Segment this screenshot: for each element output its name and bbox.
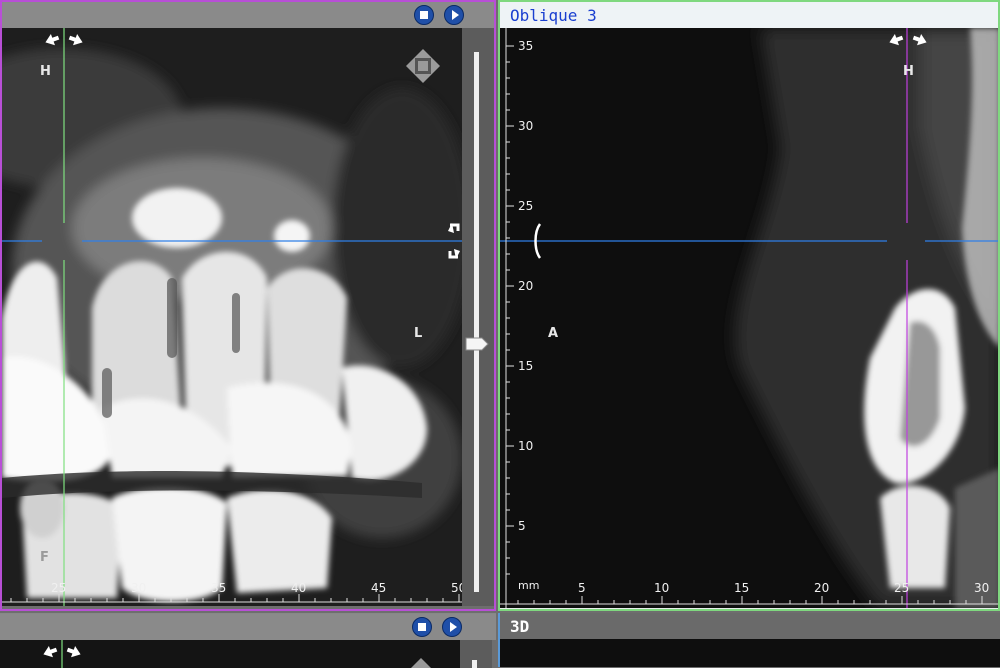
ruler-tick-label: 50 [451,581,462,595]
stop-button[interactable] [412,617,432,637]
slider-track [474,52,479,592]
3d-titlebar: 3D [500,613,1000,639]
oblique-ct-slice [500,28,998,608]
scale-tick-label: 20 [518,279,534,293]
axial-image[interactable] [0,640,460,668]
stop-icon [420,11,428,19]
pan-compass-icon[interactable] [405,48,441,84]
ruler-tick-label: 5 [578,581,586,595]
scale-tick-label: 5 [518,519,526,533]
ruler-tick-label: 15 [734,581,750,595]
scale-tick-label: 30 [518,119,534,133]
slice-slider[interactable] [460,640,492,668]
scale-tick-label: 15 [518,359,534,373]
ruler-tick-label: 20 [814,581,830,595]
oblique-pane: Oblique 3 H A 35 30 25 20 15 10 5 mm 5 1… [498,0,1000,611]
slice-slider[interactable] [462,28,494,606]
ruler-tick-label: 30 [974,581,990,595]
orientation-label-top: H [903,64,914,79]
axial-titlebar [0,614,496,640]
view-title: Oblique 3 [510,6,597,25]
axial-pane [0,613,496,668]
orientation-label-top: H [40,64,51,79]
play-button[interactable] [442,617,462,637]
ruler-unit-label: mm [518,579,540,592]
ruler-tick-label: 10 [654,581,670,595]
ruler-tick-label: 25 [894,581,910,595]
oblique-titlebar: Oblique 3 [500,2,998,28]
orientation-label-right: L [414,326,423,341]
stop-icon [418,623,426,631]
slider-handle-icon[interactable] [464,336,490,352]
scale-tick-label: 10 [518,439,534,453]
3d-pane: 3D [498,613,1000,667]
scale-tick-label: 35 [518,39,534,53]
scale-tick-label: 25 [518,199,534,213]
swap-arrows-icon[interactable] [44,32,84,48]
ruler-tick-label: 35 [211,581,227,595]
coronal-image[interactable]: H L F 25 30 35 40 45 50 [2,28,462,606]
ruler-tick-label: 45 [371,581,387,595]
rotate-arrows-icon[interactable] [444,221,462,261]
swap-arrows-icon[interactable] [888,32,928,48]
ruler-tick-label: 30 [131,581,147,595]
stop-button[interactable] [414,5,434,25]
coronal-pane: H L F 25 30 35 40 45 50 [0,0,496,611]
ruler-tick-label: 25 [51,581,67,595]
view-title: 3D [510,617,530,636]
play-button[interactable] [444,5,464,25]
orientation-label-bottom: F [40,550,49,565]
crosshair-vertical-line[interactable] [61,640,63,668]
coronal-titlebar [2,2,494,28]
play-icon [450,622,457,632]
coronal-ct-slice [2,28,462,606]
ruler-tick-label: 40 [291,581,307,595]
orientation-label-left: A [548,326,559,341]
oblique-image[interactable]: H A 35 30 25 20 15 10 5 mm 5 10 15 20 25… [500,28,998,608]
play-icon [452,10,459,20]
